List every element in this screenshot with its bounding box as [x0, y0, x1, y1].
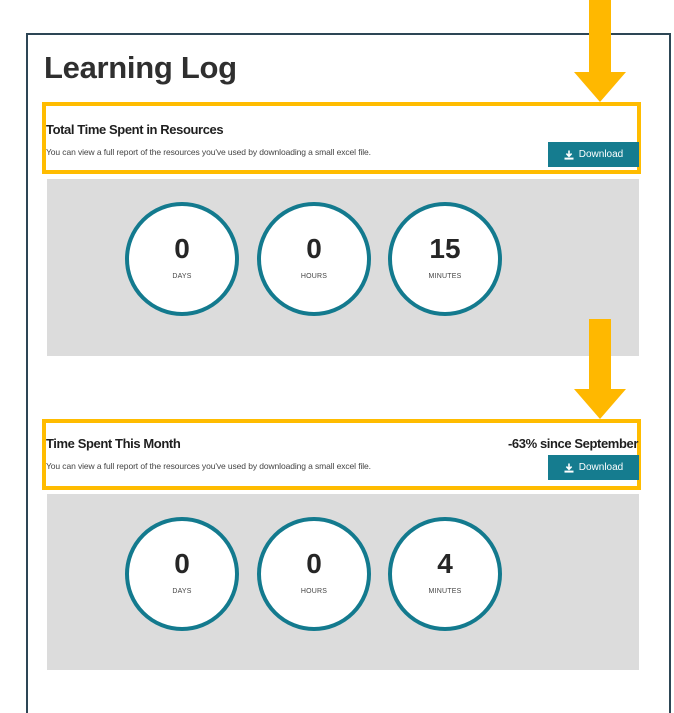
download-icon [564, 463, 574, 473]
stat-value: 15 [429, 233, 461, 264]
download-button[interactable]: Download [548, 455, 639, 480]
stat-label: DAYS [172, 588, 192, 595]
time-stats-panel: 0 DAYS 0 HOURS 15 MINUTES [47, 179, 639, 356]
download-button-label: Download [578, 462, 624, 473]
stat-label: HOURS [300, 273, 328, 280]
minutes-stat: 4 MINUTES [388, 517, 502, 631]
monthly-change-text: -63% since September [507, 436, 638, 451]
stat-label: MINUTES [428, 273, 462, 280]
section-heading: Time Spent This Month [46, 436, 181, 451]
annotation-arrow-icon [574, 319, 626, 419]
download-icon [564, 150, 574, 160]
stat-label: MINUTES [428, 588, 462, 595]
stat-value: 0 [306, 233, 322, 264]
stat-value: 4 [437, 548, 453, 579]
section-description: You can view a full report of the resour… [46, 147, 371, 157]
section-description: You can view a full report of the resour… [46, 461, 371, 471]
time-stats-panel: 0 DAYS 0 HOURS 4 MINUTES [47, 494, 639, 670]
annotation-arrow-icon [574, 0, 626, 102]
stat-value: 0 [306, 548, 322, 579]
download-button-label: Download [578, 149, 624, 160]
hours-stat: 0 HOURS [257, 202, 371, 316]
stat-value: 0 [174, 233, 190, 264]
hours-stat: 0 HOURS [257, 517, 371, 631]
download-button[interactable]: Download [548, 142, 639, 167]
page-title: Learning Log [44, 50, 237, 85]
days-stat: 0 DAYS [125, 202, 239, 316]
stat-label: HOURS [300, 588, 328, 595]
days-stat: 0 DAYS [125, 517, 239, 631]
stat-value: 0 [174, 548, 190, 579]
stat-label: DAYS [172, 273, 192, 280]
section-heading: Total Time Spent in Resources [46, 122, 224, 137]
minutes-stat: 15 MINUTES [388, 202, 502, 316]
